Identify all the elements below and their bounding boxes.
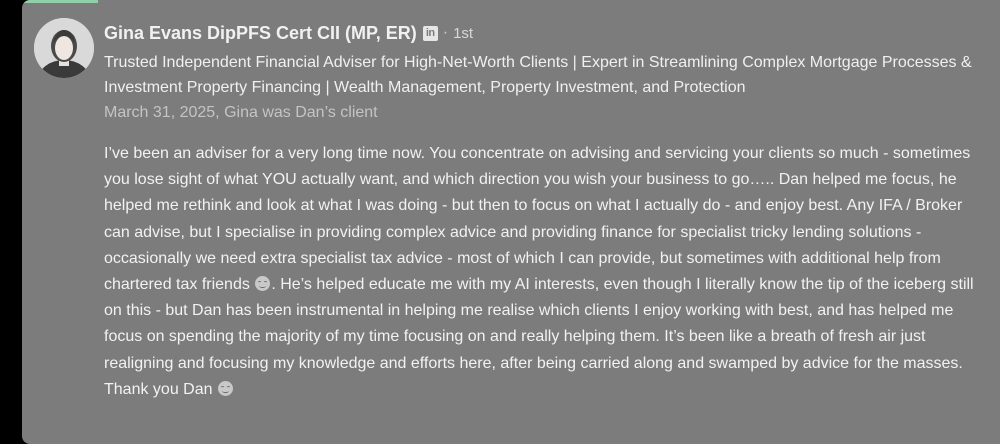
- author-headline: Trusted Independent Financial Adviser fo…: [104, 54, 972, 96]
- recommendation-date-relationship: March 31, 2025, Gina was Dan’s client: [104, 104, 378, 121]
- separator-dot: ·: [442, 24, 449, 41]
- connection-degree: 1st: [453, 24, 474, 42]
- avatar[interactable]: [34, 18, 94, 78]
- recommendation-text-part-1: I’ve been an adviser for a very long tim…: [104, 145, 971, 294]
- smiling-face-icon: [255, 276, 271, 292]
- recommendation-text-part-2: . He’s helped educate me with my AI inte…: [104, 276, 974, 398]
- smiling-face-icon: [217, 380, 233, 396]
- profile-photo: [34, 18, 94, 78]
- author-name-link[interactable]: Gina Evans DipPFS Cert CII (MP, ER): [104, 23, 417, 44]
- recommendation-card: Gina Evans DipPFS Cert CII (MP, ER) in ·…: [22, 0, 1000, 444]
- recommendation-text: I’ve been an adviser for a very long tim…: [104, 141, 982, 403]
- linkedin-icon: in: [422, 25, 438, 41]
- active-tab-indicator: [22, 0, 98, 3]
